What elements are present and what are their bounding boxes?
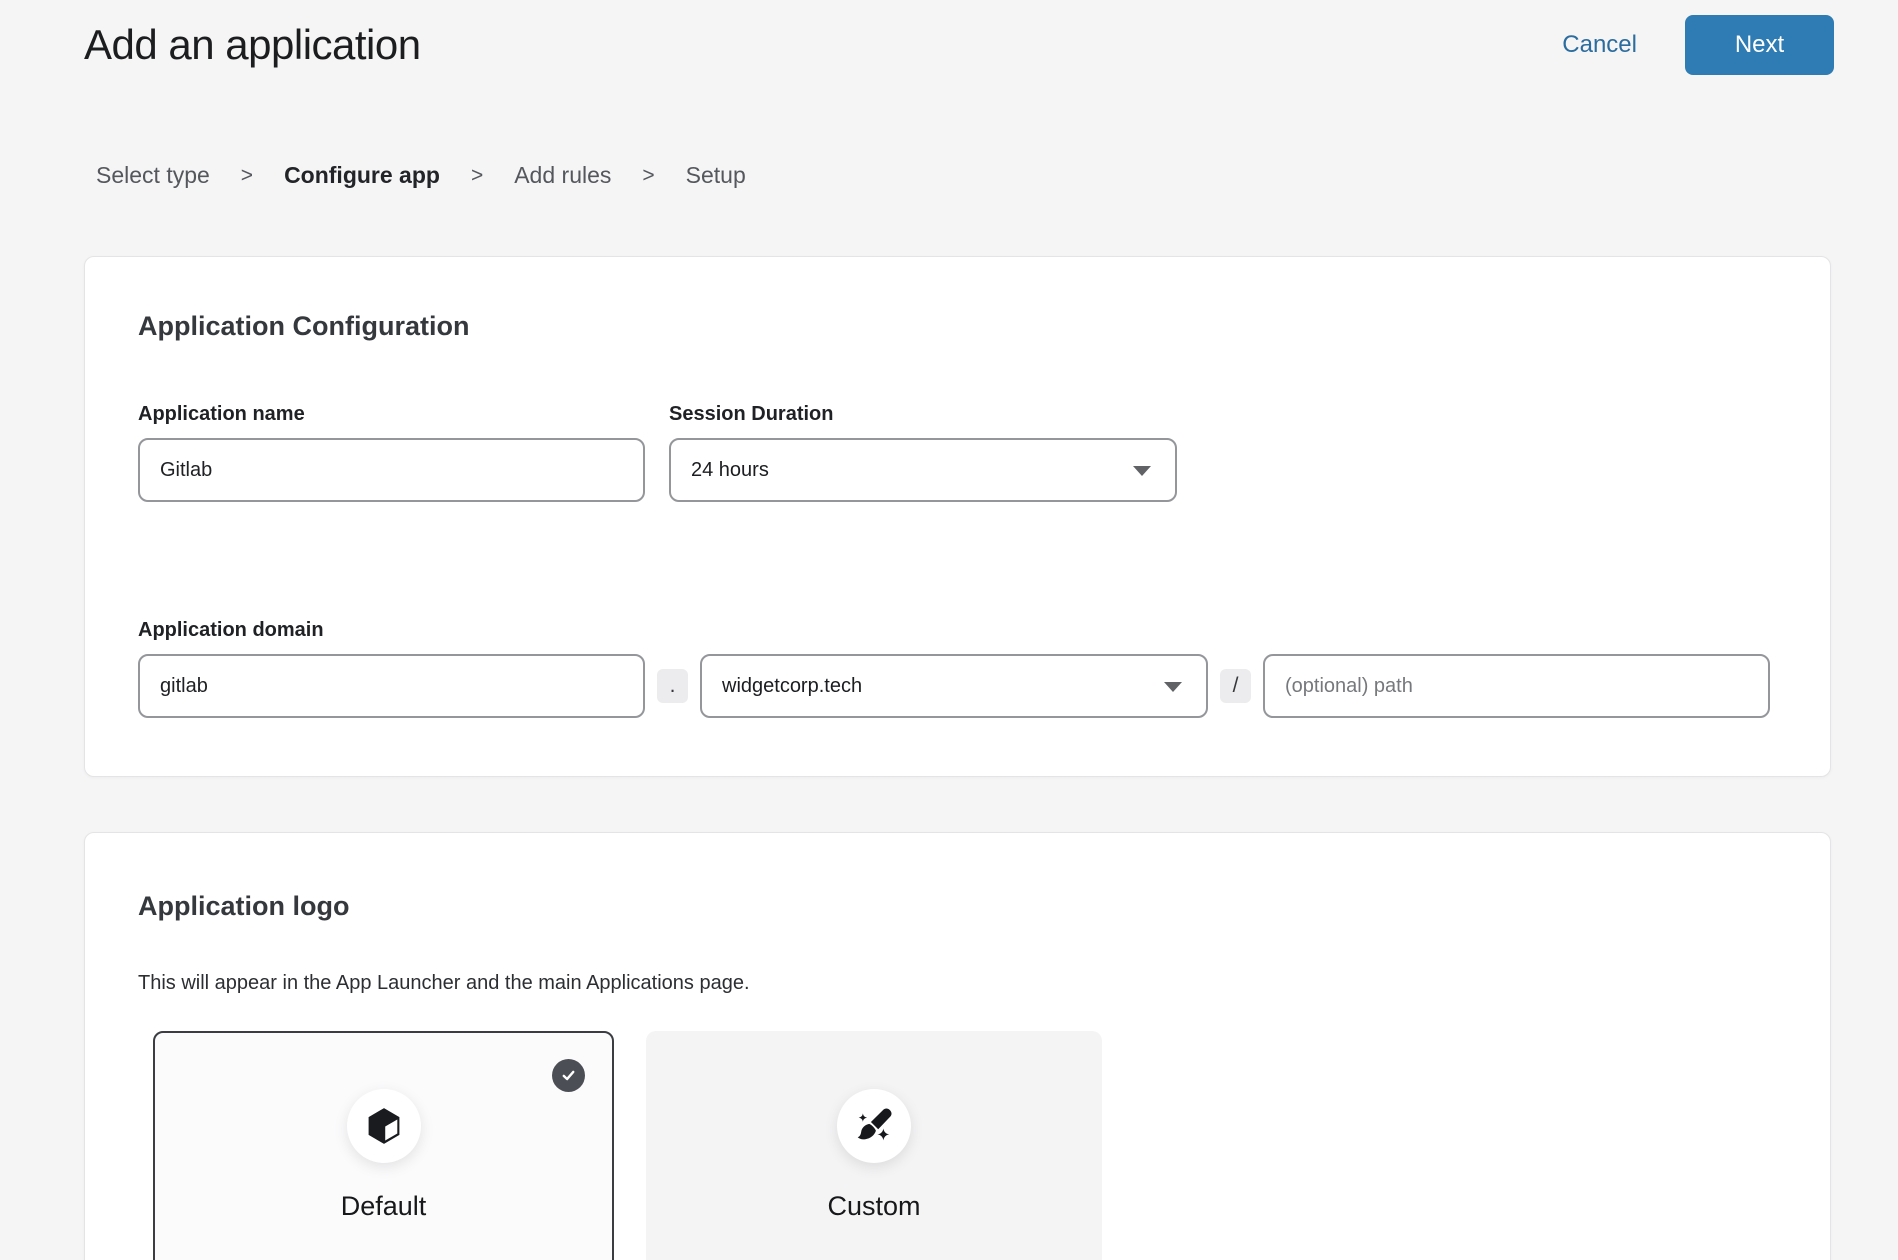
session-duration-select[interactable]: 24 hours bbox=[669, 438, 1177, 502]
step-separator-icon: > bbox=[471, 164, 483, 188]
cancel-button[interactable]: Cancel bbox=[1562, 31, 1637, 59]
configuration-card-title: Application Configuration bbox=[138, 309, 1777, 343]
subdomain-input[interactable] bbox=[138, 654, 645, 718]
check-icon bbox=[552, 1059, 585, 1092]
application-domain-label: Application domain bbox=[138, 616, 1777, 644]
custom-logo-circle bbox=[837, 1089, 911, 1163]
domain-dot-separator: . bbox=[657, 669, 688, 703]
application-name-field-group: Application name bbox=[138, 400, 645, 502]
step-separator-icon: > bbox=[241, 164, 253, 188]
logo-option-label: Default bbox=[341, 1191, 427, 1222]
path-input[interactable] bbox=[1263, 654, 1770, 718]
header-actions: Cancel Next bbox=[1562, 15, 1834, 75]
logo-option-default[interactable]: Default bbox=[153, 1031, 614, 1260]
step-select-type[interactable]: Select type bbox=[96, 162, 210, 189]
chevron-down-icon bbox=[1164, 682, 1182, 692]
application-logo-card: Application logo This will appear in the… bbox=[84, 832, 1831, 1260]
domain-select-value: widgetcorp.tech bbox=[722, 675, 862, 698]
name-session-row: Application name Session Duration 24 hou… bbox=[138, 400, 1777, 502]
cube-icon bbox=[363, 1105, 405, 1147]
step-separator-icon: > bbox=[642, 164, 654, 188]
default-logo-circle bbox=[347, 1089, 421, 1163]
session-duration-value: 24 hours bbox=[691, 459, 769, 482]
step-setup[interactable]: Setup bbox=[686, 162, 746, 189]
domain-slash-separator: / bbox=[1220, 669, 1251, 703]
step-add-rules[interactable]: Add rules bbox=[514, 162, 611, 189]
wizard-steps: Select type > Configure app > Add rules … bbox=[96, 162, 1898, 189]
logo-options: Default Custom bbox=[153, 1031, 1777, 1260]
logo-card-description: This will appear in the App Launcher and… bbox=[138, 969, 1777, 997]
page-title: Add an application bbox=[84, 21, 421, 69]
add-application-page: Add an application Cancel Next Select ty… bbox=[0, 14, 1898, 1260]
step-configure-app[interactable]: Configure app bbox=[284, 162, 440, 189]
application-configuration-card: Application Configuration Application na… bbox=[84, 256, 1831, 777]
chevron-down-icon bbox=[1133, 466, 1151, 476]
page-header: Add an application Cancel Next bbox=[84, 14, 1834, 76]
logo-card-title: Application logo bbox=[138, 889, 1777, 923]
logo-option-label: Custom bbox=[827, 1191, 920, 1222]
session-duration-label: Session Duration bbox=[669, 400, 1177, 428]
next-button[interactable]: Next bbox=[1685, 15, 1834, 75]
logo-option-custom[interactable]: Custom bbox=[646, 1031, 1102, 1260]
paintbrush-icon bbox=[851, 1103, 897, 1149]
application-name-label: Application name bbox=[138, 400, 645, 428]
application-domain-row: . widgetcorp.tech / bbox=[138, 654, 1777, 718]
application-name-input[interactable] bbox=[138, 438, 645, 502]
session-duration-field-group: Session Duration 24 hours bbox=[669, 400, 1177, 502]
domain-select[interactable]: widgetcorp.tech bbox=[700, 654, 1208, 718]
